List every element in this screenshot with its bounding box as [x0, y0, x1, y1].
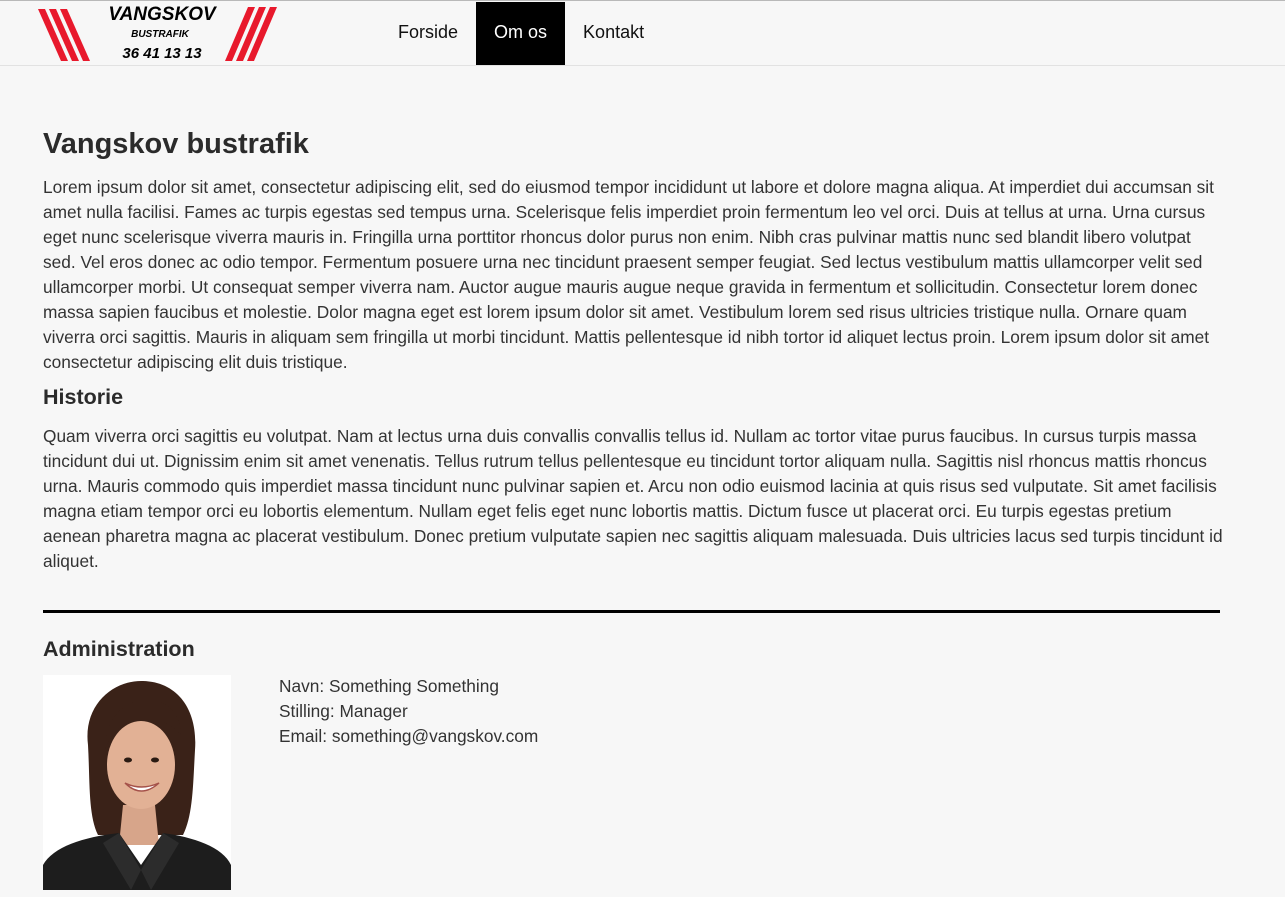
admin-photo [43, 675, 231, 890]
nav-item-forside[interactable]: Forside [380, 2, 476, 65]
logo-sub: BUSTRAFIK [131, 29, 190, 40]
page-title: Vangskov bustrafik [43, 128, 309, 160]
admin-email[interactable]: Email: something@vangskov.com [279, 724, 538, 749]
intro-paragraph: Lorem ipsum dolor sit amet, consectetur … [43, 177, 1214, 372]
admin-role: Stilling: Manager [279, 701, 408, 721]
admin-name: Navn: Something Something [279, 676, 499, 696]
vangskov-logo[interactable]: VANGSKOV BUSTRAFIK 36 41 13 13 [38, 3, 284, 63]
section-divider [43, 610, 1220, 613]
history-paragraph: Quam viverra orci sagittis eu volutpat. … [43, 426, 1223, 571]
logo-name: VANGSKOV [108, 4, 217, 25]
logo-phone: 36 41 13 13 [122, 45, 202, 62]
admin-contact-info: Navn: Something Something Stilling: Mana… [279, 674, 538, 749]
nav-item-om-os[interactable]: Om os [476, 2, 566, 65]
admin-heading: Administration [43, 637, 195, 661]
main-nav: Forside Om os Kontakt [380, 2, 662, 65]
nav-item-kontakt[interactable]: Kontakt [565, 2, 662, 65]
history-heading: Historie [43, 385, 124, 409]
site-header: VANGSKOV BUSTRAFIK 36 41 13 13 Forside O… [0, 1, 1285, 66]
